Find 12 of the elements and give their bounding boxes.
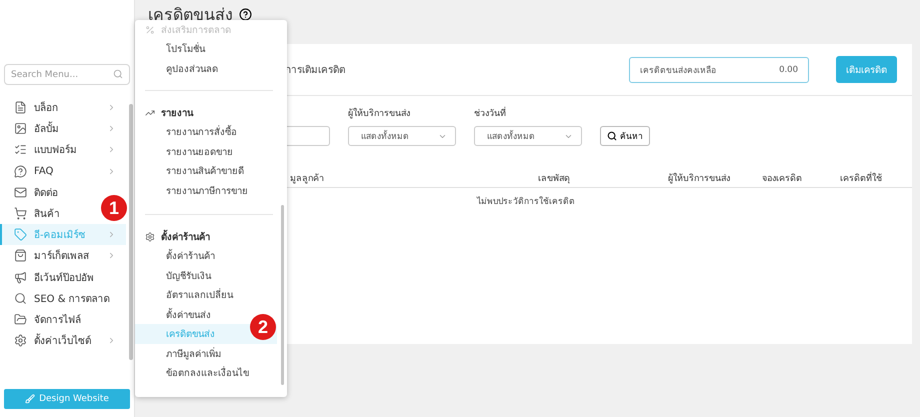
- balance-field: เครดิตขนส่งคงเหลือ 0.00: [629, 56, 809, 82]
- filter-label: ผู้ให้บริการขนส่ง: [348, 106, 411, 120]
- column-header: เลขพัสดุ: [537, 172, 570, 184]
- empty-message: ไม่พบประวัติการใช้เครดิต: [477, 197, 575, 207]
- menu-group-title: ตั้งค่าร้านค้า: [145, 227, 273, 246]
- header-text: การเติมเครดิต: [285, 64, 346, 77]
- column-header: มูลลูกค้า: [290, 172, 325, 184]
- column-header: ผู้ให้บริการขนส่ง: [667, 172, 730, 184]
- filter-label: ช่วงวันที่: [474, 106, 582, 120]
- menu-group-title: รายงาน: [145, 103, 273, 122]
- column-header: เครดิตที่ใช้: [839, 170, 882, 184]
- column-header: จองเครดิต: [761, 172, 802, 184]
